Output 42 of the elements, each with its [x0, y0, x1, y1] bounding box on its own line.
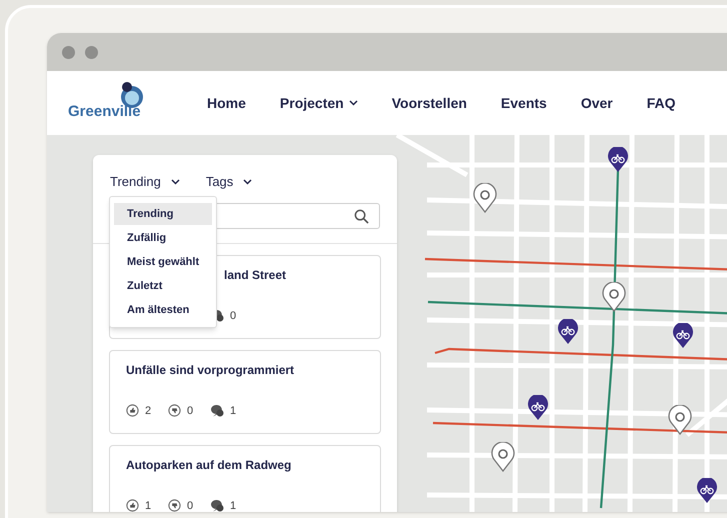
logo-text: Greenville	[68, 104, 141, 119]
thumbs-down-icon[interactable]	[168, 499, 181, 512]
caret-icon	[348, 100, 358, 106]
nav-link[interactable]: FAQ	[646, 92, 676, 114]
location-pin-icon[interactable]	[473, 183, 497, 213]
bicycle-pin-icon[interactable]	[696, 478, 718, 504]
comment-icon[interactable]	[210, 404, 224, 418]
idea-title: land Street	[224, 267, 286, 284]
filter-dropdown[interactable]: Tags	[206, 172, 252, 192]
nav-link[interactable]: Home	[207, 92, 246, 114]
dislike-count: 0	[187, 498, 194, 512]
idea-title: Autoparken auf dem Radweg	[126, 457, 292, 474]
thumbs-up-icon[interactable]	[126, 499, 139, 512]
filter-dropdown[interactable]: Trending	[110, 172, 180, 192]
logo[interactable]: Greenville	[68, 81, 148, 125]
location-pin-icon[interactable]	[491, 442, 515, 472]
bicycle-pin-icon[interactable]	[557, 319, 579, 345]
comment-icon[interactable]	[210, 499, 224, 512]
bicycle-pin-icon[interactable]	[672, 323, 694, 349]
nav-link[interactable]: Voorstellen	[392, 92, 467, 114]
caret-icon	[243, 179, 252, 185]
location-pin-icon[interactable]	[668, 405, 692, 435]
like-count: 2	[145, 404, 152, 418]
idea-title: Unfälle sind vorprogrammiert	[126, 362, 294, 379]
idea-card[interactable]: Unfälle sind vorprogrammiert 2 0 1	[109, 350, 381, 434]
comment-count: 1	[230, 498, 236, 512]
search-icon	[354, 208, 369, 224]
location-pin-icon[interactable]	[602, 282, 626, 312]
bicycle-pin-icon[interactable]	[527, 395, 549, 421]
nav-link[interactable]: Over	[580, 92, 613, 114]
nav-link[interactable]: Events	[500, 92, 547, 114]
thumbs-down-icon[interactable]	[168, 404, 181, 418]
comment-count: 1	[230, 404, 236, 418]
caret-icon	[170, 179, 180, 185]
comment-count: 0	[230, 308, 236, 324]
idea-card[interactable]: Autoparken auf dem Radweg 1 0 1	[109, 445, 381, 512]
dislike-count: 0	[187, 404, 194, 418]
nav-link[interactable]: Projecten	[280, 92, 358, 114]
like-count: 1	[145, 498, 152, 512]
bicycle-pin-icon[interactable]	[607, 147, 629, 173]
sort-option[interactable]: Trending	[114, 203, 212, 225]
thumbs-up-icon[interactable]	[126, 404, 139, 418]
